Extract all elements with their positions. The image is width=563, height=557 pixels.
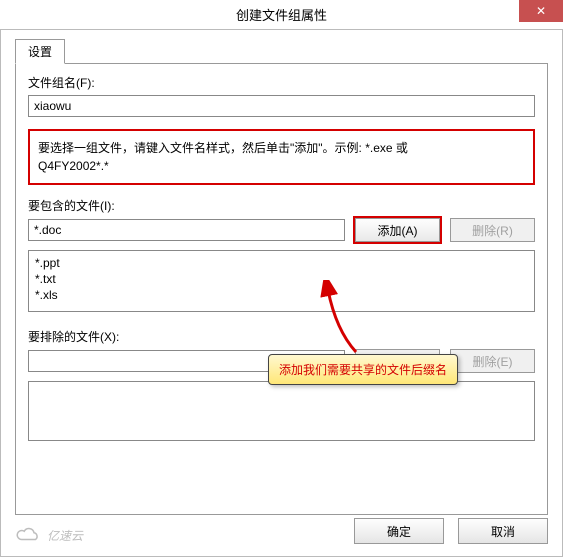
tabset: 设置 文件组名(F): 要选择一组文件，请键入文件名样式，然后单击"添加"。示例… <box>15 38 548 515</box>
dialog-title: 创建文件组属性 <box>236 5 327 24</box>
annotation-callout: 添加我们需要共享的文件后缀名 <box>268 354 458 385</box>
include-remove-label: 删除(R) <box>472 222 513 239</box>
hint-line1: 要选择一组文件，请键入文件名样式，然后单击"添加"。示例: *.exe 或 <box>38 139 525 157</box>
include-add-button[interactable]: 添加(A) <box>355 218 440 242</box>
cancel-label: 取消 <box>491 523 515 540</box>
exclude-files-label: 要排除的文件(X): <box>28 328 535 345</box>
close-button[interactable]: ✕ <box>519 0 563 22</box>
cancel-button[interactable]: 取消 <box>458 518 548 544</box>
annotation-text: 添加我们需要共享的文件后缀名 <box>279 363 447 377</box>
dialog-footer: 确定 取消 <box>354 518 548 544</box>
hint-line2: Q4FY2002*.* <box>38 157 525 175</box>
ok-label: 确定 <box>387 523 411 540</box>
tab-settings[interactable]: 设置 <box>15 39 65 64</box>
close-icon: ✕ <box>536 4 546 18</box>
watermark: 亿速云 <box>13 526 83 544</box>
watermark-text: 亿速云 <box>47 527 83 544</box>
dialog-body: 设置 文件组名(F): 要选择一组文件，请键入文件名样式，然后单击"添加"。示例… <box>0 30 563 557</box>
hint-box: 要选择一组文件，请键入文件名样式，然后单击"添加"。示例: *.exe 或 Q4… <box>28 129 535 185</box>
include-files-label: 要包含的文件(I): <box>28 197 535 214</box>
tab-panel: 文件组名(F): 要选择一组文件，请键入文件名样式，然后单击"添加"。示例: *… <box>15 63 548 515</box>
include-remove-button[interactable]: 删除(R) <box>450 218 535 242</box>
exclude-remove-button[interactable]: 删除(E) <box>450 349 535 373</box>
cloud-icon <box>13 526 43 544</box>
filegroup-name-label: 文件组名(F): <box>28 74 535 91</box>
include-add-label: 添加(A) <box>378 222 418 239</box>
exclude-remove-label: 删除(E) <box>473 353 513 370</box>
include-input-row: 添加(A) 删除(R) <box>28 218 535 242</box>
include-pattern-input[interactable] <box>28 219 345 241</box>
tab-label: 设置 <box>28 45 52 59</box>
include-listbox[interactable]: *.ppt *.txt *.xls <box>28 250 535 312</box>
exclude-listbox[interactable] <box>28 381 535 441</box>
ok-button[interactable]: 确定 <box>354 518 444 544</box>
filegroup-name-input[interactable] <box>28 95 535 117</box>
titlebar: 创建文件组属性 ✕ <box>0 0 563 30</box>
